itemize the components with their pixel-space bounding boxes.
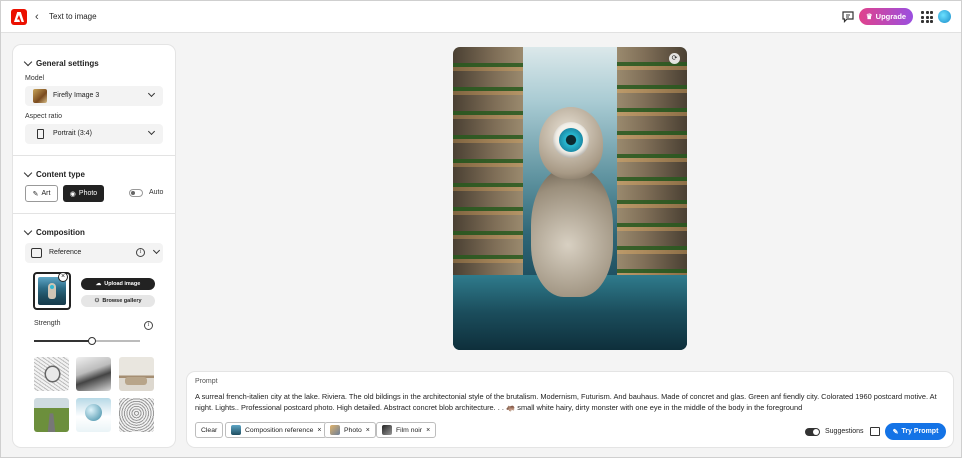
aspect-ratio-select[interactable]: Portrait (3:4): [25, 124, 163, 144]
chevron-down-icon[interactable]: [152, 246, 161, 255]
close-icon[interactable]: ×: [366, 427, 370, 434]
close-icon[interactable]: ×: [317, 427, 321, 434]
portrait-icon: [37, 129, 44, 139]
reference-image-thumbnail[interactable]: ×: [33, 272, 71, 310]
browse-gallery-button[interactable]: ⚇ Browse gallery: [81, 295, 155, 307]
chip-film-noir[interactable]: Film noir ×: [376, 422, 437, 438]
upload-image-label: Upload image: [104, 281, 141, 287]
chip-label: Photo: [344, 426, 362, 434]
image-building-right: [617, 47, 687, 292]
content-type-heading: Content type: [36, 170, 85, 179]
model-label: Model: [25, 75, 45, 82]
art-label: Art: [41, 190, 51, 197]
aspect-ratio-value: Portrait (3:4): [53, 130, 92, 137]
model-select[interactable]: Firefly Image 3: [25, 86, 163, 106]
reference-row[interactable]: Reference i: [25, 243, 163, 263]
app-window: ‹ Text to image ♛ Upgrade General settin…: [0, 0, 962, 458]
content-type-header[interactable]: Content type: [23, 168, 85, 179]
gallery-thumbnail[interactable]: [119, 357, 154, 391]
close-icon[interactable]: ×: [426, 427, 430, 434]
chevron-down-icon: [147, 127, 156, 136]
gallery-thumbnail[interactable]: [34, 398, 69, 432]
avatar[interactable]: [938, 10, 951, 23]
apps-grid-icon[interactable]: [921, 11, 933, 23]
upload-icon: ☁: [95, 281, 102, 287]
chip-photo[interactable]: Photo ×: [324, 422, 376, 438]
strength-label: Strength: [34, 320, 61, 327]
prompt-settings-icon[interactable]: [870, 427, 880, 436]
camera-icon: ◉: [69, 190, 76, 198]
adobe-logo-icon[interactable]: [11, 9, 27, 25]
photo-label: Photo: [78, 190, 98, 197]
gallery-thumbnail[interactable]: [119, 398, 154, 432]
try-prompt-label: Try Prompt: [901, 428, 939, 435]
prompt-label: Prompt: [195, 378, 218, 385]
chip-label: Composition reference: [245, 426, 314, 434]
auto-label: Auto: [149, 189, 164, 196]
page-title: Text to image: [49, 12, 97, 21]
prompt-input[interactable]: A surreal french-italien city at the lak…: [195, 391, 945, 413]
reference-label: Reference: [49, 249, 82, 256]
image-actions-icon[interactable]: ⟳: [669, 53, 680, 64]
gallery-thumbnail[interactable]: [76, 357, 111, 391]
top-bar: ‹ Text to image ♛ Upgrade: [1, 1, 961, 33]
chip-composition-reference[interactable]: Composition reference ×: [225, 422, 328, 438]
art-icon: ✎: [32, 190, 39, 198]
browse-gallery-label: Browse gallery: [102, 298, 142, 304]
aspect-ratio-label: Aspect ratio: [25, 113, 62, 120]
divider: [13, 155, 175, 156]
gallery-thumbnail[interactable]: [76, 398, 111, 432]
general-settings-header[interactable]: General settings: [23, 57, 99, 68]
chevron-down-icon: [23, 57, 33, 67]
chip-thumbnail: [330, 425, 340, 435]
suggestions-label: Suggestions: [825, 428, 864, 435]
reference-icon: [31, 248, 42, 258]
binoculars-icon: ⚇: [94, 298, 100, 304]
info-icon[interactable]: i: [136, 248, 145, 257]
chevron-down-icon: [23, 168, 33, 178]
content-type-photo-button[interactable]: ◉ Photo: [63, 185, 104, 202]
image-monster-eye: [553, 122, 589, 158]
back-arrow-icon[interactable]: ‹: [35, 10, 45, 24]
remove-reference-icon[interactable]: ×: [58, 272, 68, 282]
strength-slider-fill: [34, 340, 93, 342]
auto-toggle[interactable]: [129, 189, 143, 197]
chevron-down-icon: [23, 226, 33, 236]
suggestions-toggle[interactable]: [805, 428, 820, 436]
gallery-thumbnail[interactable]: [34, 357, 69, 391]
upload-image-button[interactable]: ☁ Upload image: [81, 278, 155, 290]
upgrade-label: Upgrade: [875, 12, 907, 21]
model-value: Firefly Image 3: [53, 92, 100, 99]
divider: [13, 213, 175, 214]
generated-image[interactable]: ⟳: [453, 47, 687, 350]
clear-button[interactable]: Clear: [195, 422, 224, 438]
composition-header[interactable]: Composition: [23, 226, 85, 237]
chip-thumbnail: [231, 425, 241, 435]
content-type-art-button[interactable]: ✎ Art: [25, 185, 58, 202]
prompt-bar: Prompt A surreal french-italien city at …: [187, 372, 953, 447]
edit-icon: ✎: [892, 428, 899, 436]
clear-label: Clear: [201, 426, 218, 434]
settings-panel: General settings Model Firefly Image 3 A…: [13, 45, 175, 447]
image-building-left: [453, 47, 523, 287]
image-monster-body: [531, 167, 613, 297]
info-icon[interactable]: i: [144, 321, 153, 330]
model-thumbnail: [33, 89, 47, 103]
feedback-icon[interactable]: [841, 10, 855, 24]
strength-slider-handle[interactable]: [88, 337, 97, 345]
chevron-down-icon: [147, 89, 156, 98]
chip-thumbnail: [382, 425, 392, 435]
composition-heading: Composition: [36, 228, 85, 237]
general-settings-heading: General settings: [36, 59, 99, 68]
strength-slider[interactable]: [34, 337, 140, 345]
crown-icon: ♛: [865, 12, 873, 21]
upgrade-button[interactable]: ♛ Upgrade: [859, 8, 913, 25]
chip-label: Film noir: [396, 426, 423, 434]
try-prompt-button[interactable]: ✎ Try Prompt: [885, 423, 946, 440]
